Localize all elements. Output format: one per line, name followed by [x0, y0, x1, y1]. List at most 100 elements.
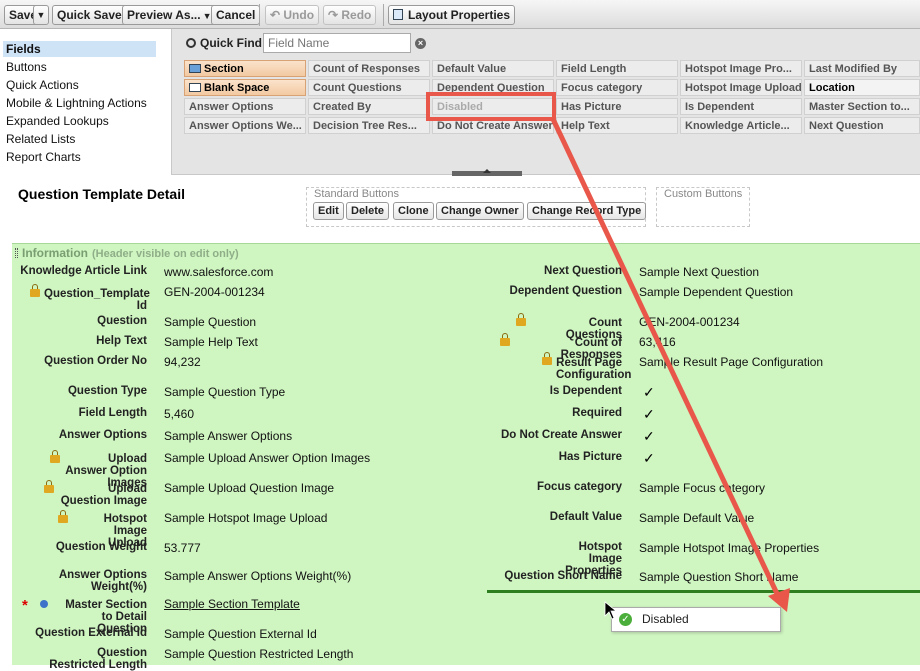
palette-field[interactable]: Focus category	[556, 79, 678, 96]
palette-field-location[interactable]: Location	[804, 79, 920, 96]
category-expanded-lookups[interactable]: Expanded Lookups	[3, 113, 156, 129]
lock-icon	[50, 450, 60, 463]
field-label: Question Weight	[55, 541, 147, 553]
field-value: Sample Focus category	[639, 481, 766, 495]
palette-field[interactable]: Has Picture	[556, 98, 678, 115]
quick-find-input[interactable]	[263, 33, 411, 53]
palette-field[interactable]: Default Value	[432, 60, 554, 77]
master-section-link[interactable]: Sample Section Template	[164, 597, 300, 611]
palette-field[interactable]: Master Section to...	[804, 98, 920, 115]
lookup-dot-icon	[40, 600, 48, 608]
palette-field[interactable]: Dependent Question	[432, 79, 554, 96]
clear-icon[interactable]: ×	[415, 38, 426, 49]
field-label: Dependent Question	[509, 285, 622, 297]
layout-properties-button[interactable]: Layout Properties	[388, 5, 516, 25]
palette-field[interactable]: Answer Options We...	[184, 117, 306, 134]
lock-icon	[516, 313, 526, 326]
preview-as-button[interactable]: Preview As... ▼	[122, 5, 217, 25]
field-label: Question Type	[67, 385, 147, 397]
toolbar-divider	[383, 4, 384, 26]
field-label: Is Dependent	[549, 385, 622, 397]
undo-icon: ↶	[270, 8, 284, 22]
field-label: Help Text	[96, 335, 147, 347]
category-report-charts[interactable]: Report Charts	[3, 149, 156, 165]
field-value: GEN-2004-001234	[639, 315, 740, 329]
category-fields[interactable]: Fields	[3, 41, 156, 57]
field-label: Focus category	[537, 481, 622, 493]
search-icon	[186, 38, 196, 48]
undo-button[interactable]: ↶ Undo	[265, 5, 320, 25]
palette-field[interactable]: Count of Responses	[308, 60, 430, 77]
category-mobile-lightning-actions[interactable]: Mobile & Lightning Actions	[3, 95, 156, 111]
clone-button[interactable]: Clone	[393, 202, 434, 220]
field-value: GEN-2004-001234	[164, 285, 265, 299]
palette-field[interactable]: Is Dependent	[680, 98, 802, 115]
palette-field-section[interactable]: Section	[184, 60, 306, 77]
drag-handle-icon[interactable]	[15, 248, 18, 258]
drop-indicator	[487, 590, 920, 593]
lock-icon	[58, 510, 68, 523]
page-title: Question Template Detail	[18, 186, 185, 202]
field-label: Answer Options Weight(%)	[58, 569, 147, 593]
palette-field[interactable]: Next Question	[804, 117, 920, 134]
field-label: Question External Id	[35, 627, 147, 639]
palette-field[interactable]: Field Length	[556, 60, 678, 77]
field-value: Sample Upload Question Image	[164, 481, 335, 495]
palette-field[interactable]: Decision Tree Res...	[308, 117, 430, 134]
palette-field[interactable]: Knowledge Article...	[680, 117, 802, 134]
field-value: Sample Dependent Question	[639, 285, 794, 299]
quick-save-button[interactable]: Quick Save	[52, 5, 127, 25]
field-label: Answer Options	[58, 429, 147, 441]
palette-field[interactable]: Hotspot Image Upload	[680, 79, 802, 96]
palette-field-blank-space[interactable]: Blank Space	[184, 79, 306, 96]
field-value: Sample Help Text	[164, 335, 258, 349]
layout-properties-icon	[393, 9, 403, 20]
edit-button[interactable]: Edit	[313, 202, 344, 220]
field-value: 94,232	[164, 355, 201, 369]
redo-button[interactable]: ↷ Redo	[323, 5, 377, 25]
change-owner-button[interactable]: Change Owner	[436, 202, 524, 220]
palette-field[interactable]: Last Modified By	[804, 60, 920, 77]
information-section	[12, 243, 920, 665]
field-label: Question	[97, 315, 147, 327]
palette-field[interactable]: Do Not Create Answer	[432, 117, 554, 134]
field-value: Sample Hotspot Image Upload	[164, 511, 328, 525]
palette-categories: Fields Buttons Quick Actions Mobile & Li…	[0, 29, 172, 175]
palette-field[interactable]: Help Text	[556, 117, 678, 134]
field-value: www.salesforce.com	[164, 265, 274, 279]
lock-icon	[30, 284, 40, 297]
checkmark-icon: ✓	[643, 384, 655, 400]
change-record-type-button[interactable]: Change Record Type	[527, 202, 647, 220]
field-value: Sample Next Question	[639, 265, 760, 279]
field-value: Sample Question Restricted Length	[164, 647, 354, 661]
checkmark-icon: ✓	[643, 406, 655, 422]
field-value: Sample Result Page Configuration	[639, 355, 824, 369]
category-related-lists[interactable]: Related Lists	[3, 131, 156, 147]
lock-icon	[542, 352, 552, 365]
save-dropdown-button[interactable]: ▼	[33, 5, 49, 25]
cancel-button[interactable]: Cancel	[211, 5, 261, 25]
required-indicator: *	[22, 597, 28, 614]
palette-field[interactable]: Created By	[308, 98, 430, 115]
palette-field[interactable]: Answer Options	[184, 98, 306, 115]
collapse-arrow-icon[interactable]	[483, 169, 491, 173]
palette-field[interactable]: Count Questions	[308, 79, 430, 96]
palette-field[interactable]: Hotspot Image Pro...	[680, 60, 802, 77]
lock-icon	[500, 333, 510, 346]
field-value: 53.777	[164, 541, 201, 555]
chevron-down-icon: ▼	[36, 10, 46, 20]
field-label: Question Order No	[44, 355, 147, 367]
field-value: Sample Hotspot Image Properties	[639, 541, 820, 555]
toolbar-divider	[259, 4, 260, 26]
field-value: Sample Question	[164, 315, 257, 329]
custom-buttons-label: Custom Buttons	[664, 188, 743, 200]
field-label: Has Picture	[558, 451, 622, 463]
category-buttons[interactable]: Buttons	[3, 59, 156, 75]
field-label: Upload Question Image	[60, 483, 147, 507]
quick-find-label: Quick Find	[186, 36, 262, 50]
category-quick-actions[interactable]: Quick Actions	[3, 77, 156, 93]
palette-field-disabled[interactable]: Disabled	[432, 98, 554, 115]
field-label: Field Length	[78, 407, 147, 419]
field-label: Question_Template Id	[44, 288, 150, 312]
delete-button[interactable]: Delete	[346, 202, 390, 220]
